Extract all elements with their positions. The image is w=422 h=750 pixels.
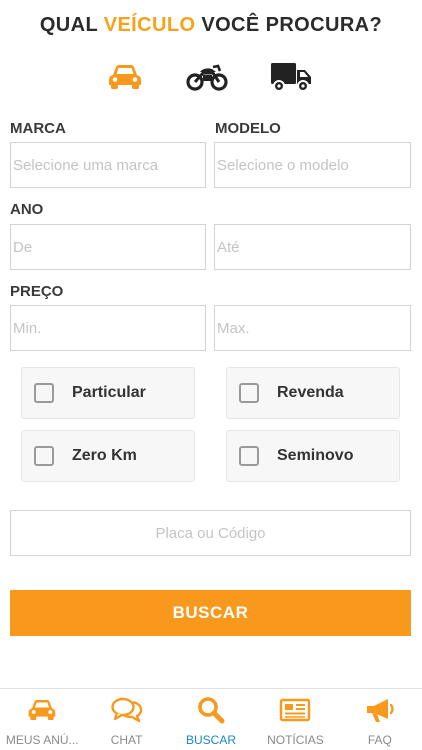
truck-icon	[271, 63, 311, 92]
preco-label: PREÇO	[10, 283, 64, 300]
newspaper-icon	[280, 698, 311, 722]
title-part-1: QUAL	[39, 14, 104, 36]
vehicle-type-car[interactable]	[104, 58, 146, 96]
marca-label: MARCA	[10, 120, 66, 137]
tab-buscar[interactable]: BUSCAR	[169, 689, 253, 750]
tab-noticias[interactable]: NOTÍCIAS	[253, 689, 337, 750]
checkbox-zero-km[interactable]: Zero Km	[21, 430, 195, 482]
tab-label: NOTÍCIAS	[267, 733, 324, 747]
search-icon	[198, 697, 225, 724]
title-part-2: VOCÊ PROCURA?	[195, 14, 383, 36]
checkbox-label: Seminovo	[277, 447, 354, 464]
checkbox-seminovo[interactable]: Seminovo	[226, 430, 400, 482]
checkbox-label: Particular	[72, 384, 146, 401]
tab-meus-anuncios[interactable]: MEUS ANÚ...	[0, 689, 84, 750]
preco-max-field[interactable]	[214, 305, 411, 351]
preco-min-field[interactable]	[10, 305, 206, 351]
ano-ate-field[interactable]	[214, 224, 411, 270]
title-accent: VEÍCULO	[103, 14, 196, 36]
checkbox-box[interactable]	[239, 446, 259, 466]
tab-label: MEUS ANÚ...	[5, 733, 79, 747]
checkbox-revenda[interactable]: Revenda	[226, 367, 400, 419]
tab-label: CHAT	[110, 733, 143, 747]
tab-label: FAQ	[367, 733, 392, 747]
buscar-button[interactable]: BUSCAR	[10, 590, 411, 636]
motorcycle-icon	[186, 64, 228, 91]
checkbox-box[interactable]	[34, 446, 54, 466]
tab-chat[interactable]: CHAT	[84, 689, 168, 750]
car-icon	[109, 65, 141, 89]
modelo-label: MODELO	[215, 120, 281, 137]
vehicle-type-selector	[0, 58, 422, 96]
page-title: QUAL VEÍCULO VOCÊ PROCURA?	[0, 14, 422, 37]
tab-label: BUSCAR	[186, 733, 237, 747]
megaphone-icon	[366, 699, 394, 722]
checkbox-box[interactable]	[34, 383, 54, 403]
placa-codigo-field[interactable]	[10, 510, 411, 556]
vehicle-type-motorcycle[interactable]	[184, 58, 230, 96]
vehicle-type-truck[interactable]	[268, 58, 314, 96]
checkbox-particular[interactable]: Particular	[21, 367, 195, 419]
checkbox-box[interactable]	[239, 383, 259, 403]
bottom-tab-bar: MEUS ANÚ... CHAT BUSCAR NOTÍCIAS FAQ	[0, 688, 422, 750]
tab-faq[interactable]: FAQ	[338, 689, 422, 750]
checkbox-label: Revenda	[277, 384, 344, 401]
ano-de-field[interactable]	[10, 224, 206, 270]
ano-label: ANO	[10, 201, 44, 218]
chat-icon	[110, 697, 142, 723]
modelo-select[interactable]	[214, 142, 411, 188]
car-icon	[28, 700, 56, 720]
marca-select[interactable]	[10, 142, 206, 188]
checkbox-label: Zero Km	[72, 447, 137, 464]
